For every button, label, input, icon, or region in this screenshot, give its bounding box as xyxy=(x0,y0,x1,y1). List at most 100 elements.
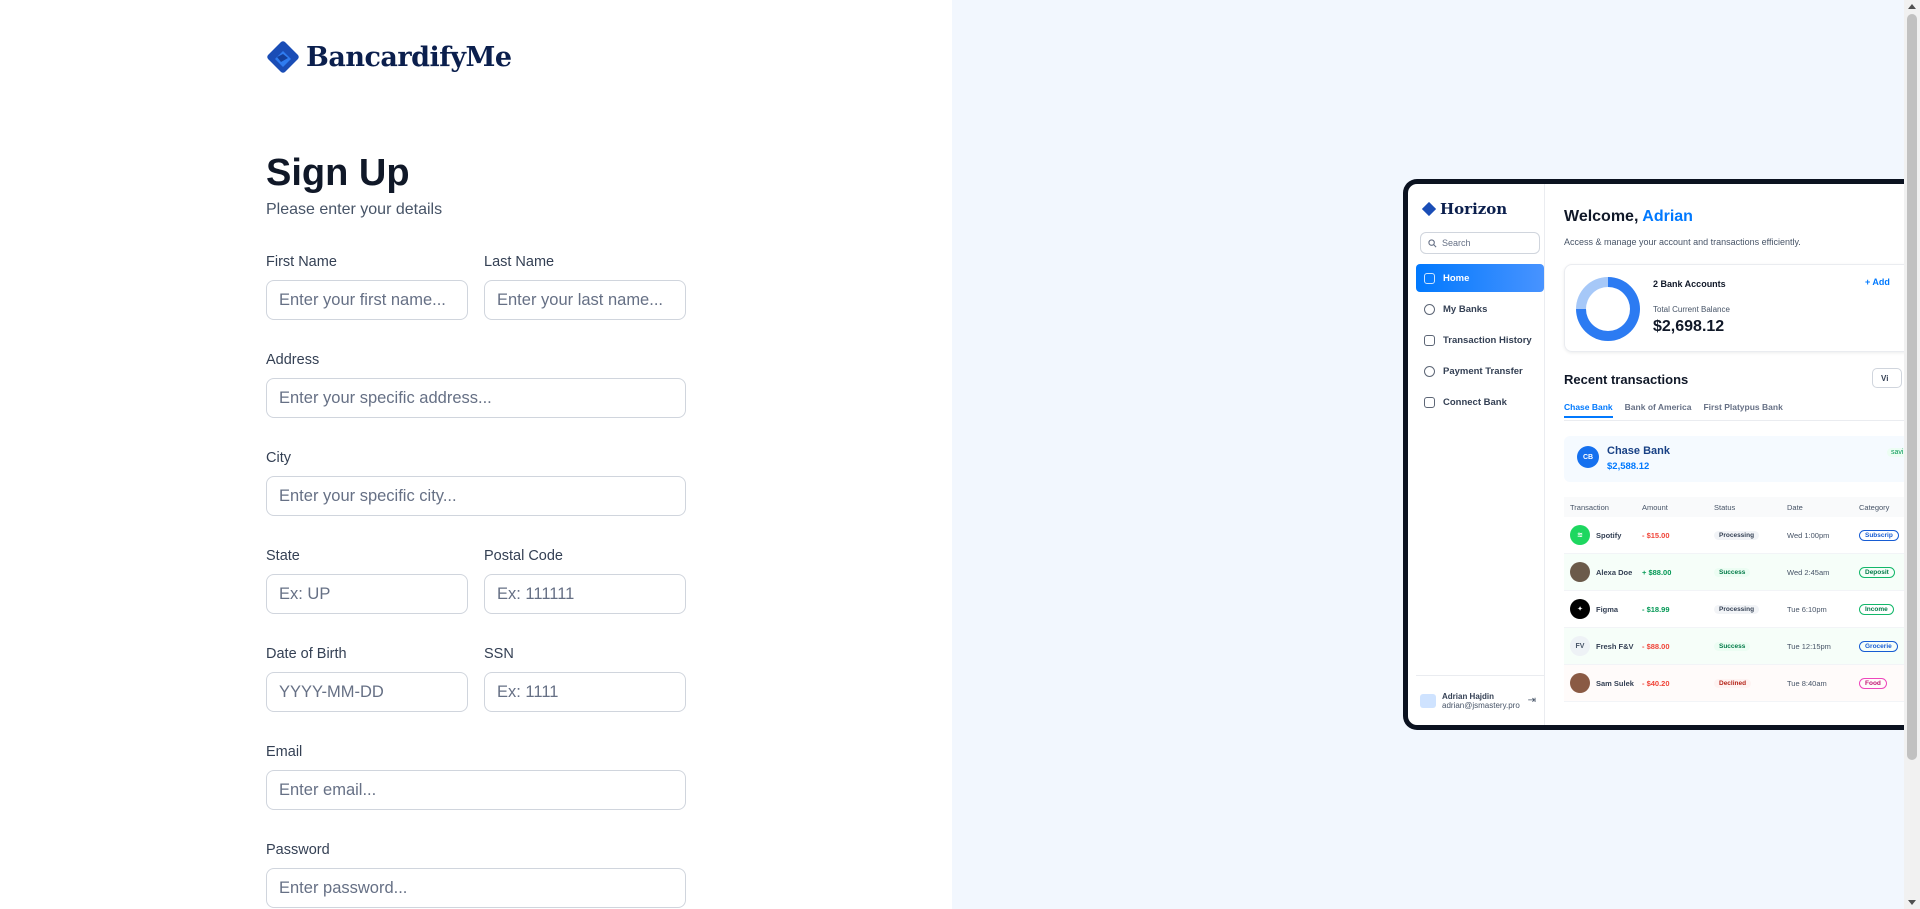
email-input[interactable]: Enter email... xyxy=(266,770,686,810)
card-icon xyxy=(1424,396,1435,408)
preview-logo: Horizon xyxy=(1422,200,1507,218)
preview-recent-title: Recent transactions xyxy=(1564,372,1689,387)
preview-account-type-badge: savi xyxy=(1887,448,1904,457)
transaction-amount: - $88.00 xyxy=(1642,641,1670,651)
preview-nav-label: Transaction History xyxy=(1443,334,1532,346)
preview-bank-tabs: Chase Bank Bank of America First Platypu… xyxy=(1564,402,1783,418)
category-badge: Deposit xyxy=(1859,566,1895,578)
dob-label: Date of Birth xyxy=(266,646,347,662)
preview-welcome-name: Adrian xyxy=(1642,208,1693,225)
preview-main: Welcome, Adrian Access & manage your acc… xyxy=(1545,184,1904,725)
password-label: Password xyxy=(266,842,330,858)
city-input[interactable]: Enter your specific city... xyxy=(266,476,686,516)
preview-table-header: Transaction Amount Status Date Category xyxy=(1564,497,1904,517)
preview-nav-label: My Banks xyxy=(1443,303,1488,315)
table-header-cell: Status xyxy=(1714,502,1736,512)
home-icon xyxy=(1424,272,1435,284)
transaction-date: Tue 6:10pm xyxy=(1787,604,1827,614)
table-header-cell: Date xyxy=(1787,502,1803,512)
ssn-label: SSN xyxy=(484,646,514,662)
status-badge: Processing xyxy=(1714,605,1760,614)
preview-nav-payment-transfer: Payment Transfer xyxy=(1416,357,1544,385)
page-scrollbar[interactable] xyxy=(1904,0,1920,909)
table-header-cell: Category xyxy=(1859,502,1890,512)
preview-accounts-count: 2 Bank Accounts xyxy=(1653,279,1726,289)
scroll-down-icon[interactable] xyxy=(1908,900,1916,905)
preview-tab-divider xyxy=(1564,420,1904,421)
page-title: Sign Up xyxy=(266,152,410,194)
address-field: Address Enter your specific address... xyxy=(266,352,686,418)
dollar-circle-icon xyxy=(1424,303,1435,315)
last-name-input[interactable]: Enter your last name... xyxy=(484,280,686,320)
table-header-cell: Transaction xyxy=(1570,502,1609,512)
table-row: ≋ Spotify - $15.00 Processing Wed 1:00pm … xyxy=(1564,517,1904,554)
transaction-date: Tue 8:40am xyxy=(1787,678,1827,688)
ssn-input[interactable]: Ex: 1111 xyxy=(484,672,686,712)
category-badge: Income xyxy=(1859,603,1894,615)
logout-icon: ⇥ xyxy=(1527,695,1536,706)
ssn-field: SSN Ex: 1111 xyxy=(484,646,686,712)
preview-nav-home: Home xyxy=(1416,264,1544,292)
preview-nav-connect-bank: Connect Bank xyxy=(1416,388,1544,416)
diamond-logo-icon xyxy=(1422,202,1436,216)
password-input[interactable]: Enter password... xyxy=(266,868,686,908)
auth-preview-panel: Horizon Search Home My Banks Transaction… xyxy=(952,0,1904,909)
preview-welcome-prefix: Welcome, xyxy=(1564,208,1639,225)
status-badge: Declined xyxy=(1714,679,1752,688)
first-name-field: First Name Enter your first name... xyxy=(266,254,468,320)
category-badge: Grocerie xyxy=(1859,640,1898,652)
transaction-date: Wed 1:00pm xyxy=(1787,530,1830,540)
postal-code-input[interactable]: Ex: 111111 xyxy=(484,574,686,614)
state-field: State Ex: UP xyxy=(266,548,468,614)
diamond-logo-icon xyxy=(266,40,300,74)
search-icon xyxy=(1428,238,1437,247)
postal-code-field: Postal Code Ex: 111111 xyxy=(484,548,686,614)
preview-tab: Bank of America xyxy=(1624,402,1692,412)
page-subtitle: Please enter your details xyxy=(266,201,443,218)
table-row: Sam Sulek - $40.20 Declined Tue 8:40am F… xyxy=(1564,665,1904,702)
state-label: State xyxy=(266,548,300,564)
postal-code-label: Postal Code xyxy=(484,548,563,564)
preview-nav-label: Connect Bank xyxy=(1443,396,1507,408)
avatar xyxy=(1570,673,1590,693)
avatar xyxy=(1420,693,1436,708)
avatar xyxy=(1570,562,1590,582)
signup-panel: BancardifyMe Sign Up Please enter your d… xyxy=(0,0,952,909)
preview-bank-info: CB Chase Bank $2,588.12 savi xyxy=(1564,436,1904,482)
status-badge: Success xyxy=(1714,568,1751,577)
transaction-amount: - $15.00 xyxy=(1642,530,1670,540)
status-badge: Processing xyxy=(1714,531,1760,540)
category-badge: Food xyxy=(1859,677,1887,689)
balance-donut-chart xyxy=(1576,277,1640,341)
city-field: City Enter your specific city... xyxy=(266,450,686,516)
receipt-icon xyxy=(1424,334,1435,346)
dob-input[interactable]: YYYY-MM-DD xyxy=(266,672,468,712)
avatar: FV xyxy=(1570,636,1590,656)
brand-name: BancardifyMe xyxy=(306,41,512,73)
category-badge: Subscrip xyxy=(1859,529,1899,541)
preview-description: Access & manage your account and transac… xyxy=(1564,237,1801,247)
first-name-input[interactable]: Enter your first name... xyxy=(266,280,468,320)
preview-tab: Chase Bank xyxy=(1564,402,1613,418)
scrollbar-thumb[interactable] xyxy=(1907,14,1917,760)
transaction-date: Wed 2:45am xyxy=(1787,567,1830,577)
address-label: Address xyxy=(266,352,320,368)
last-name-field: Last Name Enter your last name... xyxy=(484,254,686,320)
transaction-amount: - $18.99 xyxy=(1642,604,1670,614)
transaction-amount: - $40.20 xyxy=(1642,678,1670,688)
table-row: Alexa Doe + $88.00 Success Wed 2:45am De… xyxy=(1564,554,1904,591)
dashboard-preview-image: Horizon Search Home My Banks Transaction… xyxy=(1403,179,1904,730)
scroll-up-icon[interactable] xyxy=(1908,4,1916,9)
city-label: City xyxy=(266,450,291,466)
money-send-icon xyxy=(1424,365,1435,377)
brand-logo[interactable]: BancardifyMe xyxy=(266,40,512,74)
preview-nav-my-banks: My Banks xyxy=(1416,295,1544,323)
preview-balance-label: Total Current Balance xyxy=(1653,305,1730,314)
preview-bank-name: Chase Bank xyxy=(1607,445,1670,457)
state-input[interactable]: Ex: UP xyxy=(266,574,468,614)
table-row: FV Fresh F&V - $88.00 Success Tue 12:15pm… xyxy=(1564,628,1904,665)
preview-nav-transaction-history: Transaction History xyxy=(1416,326,1544,354)
preview-nav-label: Home xyxy=(1443,272,1470,284)
address-input[interactable]: Enter your specific address... xyxy=(266,378,686,418)
preview-tab: First Platypus Bank xyxy=(1703,402,1783,412)
